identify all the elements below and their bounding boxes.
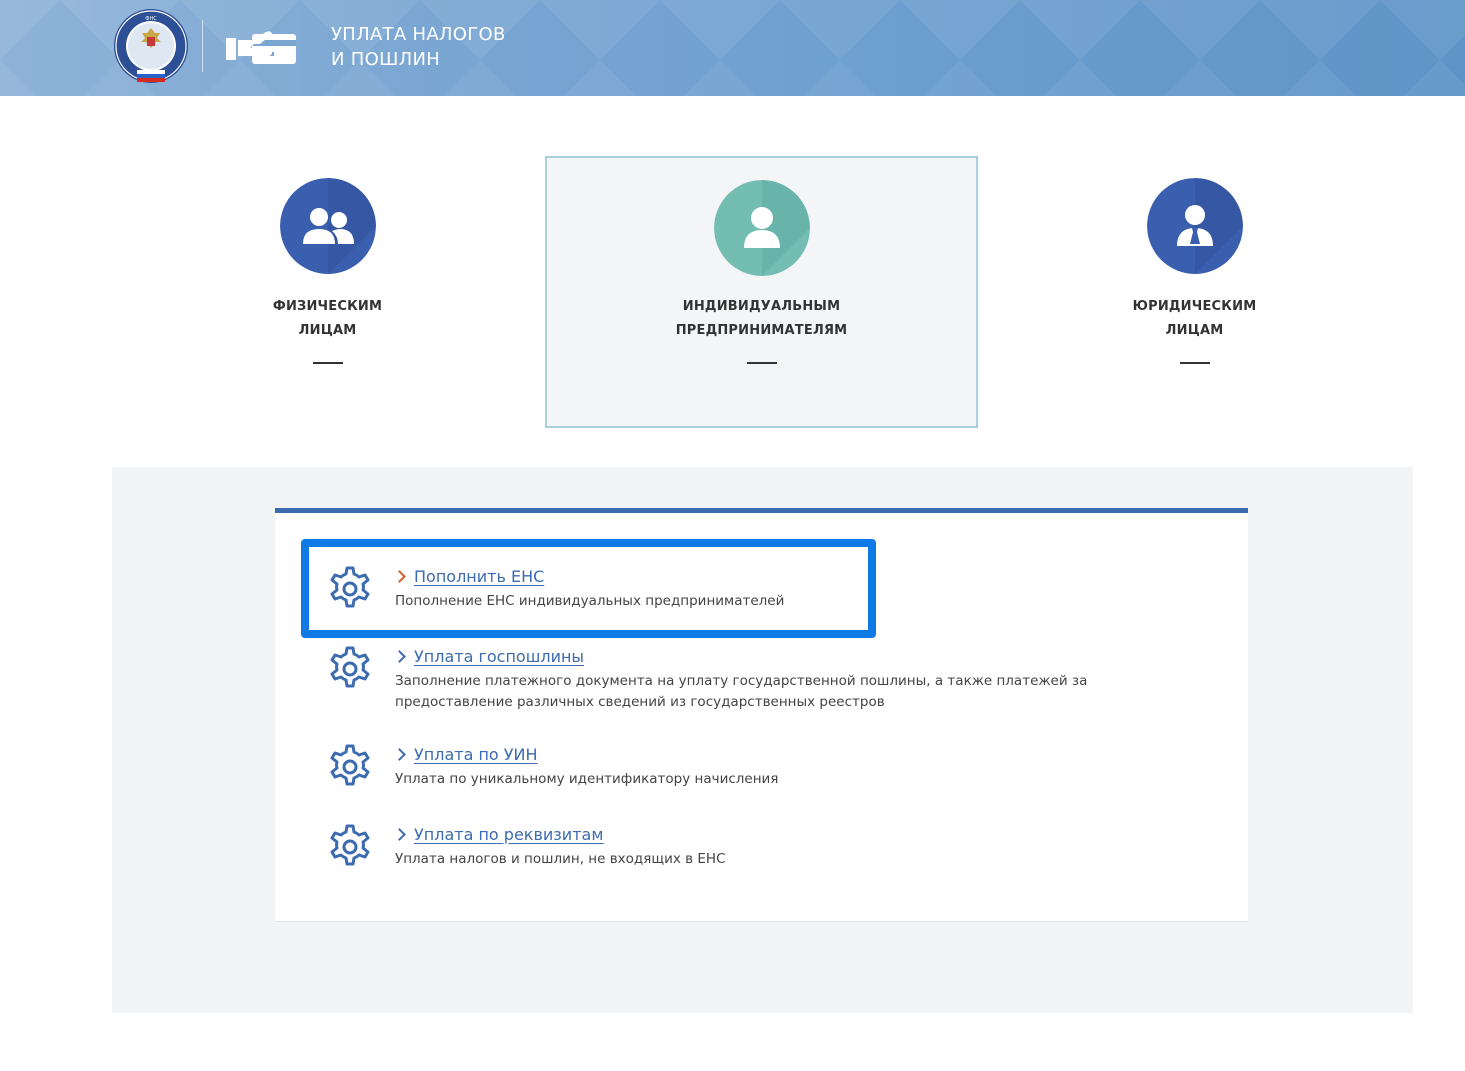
category-label-line1: ФИЗИЧЕСКИМ	[272, 299, 383, 314]
gear-icon	[330, 566, 370, 608]
site-title: УПЛАТА НАЛОГОВ И ПОШЛИН	[331, 22, 506, 72]
service-title-row: Пополнить ЕНС	[393, 565, 544, 587]
site-header: ФНС УПЛАТА НАЛОГОВ И ПОШЛИН	[0, 0, 1465, 96]
header-divider	[202, 20, 203, 72]
gear-icon	[330, 824, 370, 866]
chevron-right-icon	[393, 650, 406, 663]
chevron-right-icon	[393, 828, 406, 841]
category-label: ЮРИДИЧЕСКИМ ЛИЦАМ	[978, 295, 1411, 343]
site-title-line1: УПЛАТА НАЛОГОВ	[331, 24, 506, 45]
category-label-line1: ИНДИВИДУАЛЬНЫМ	[682, 299, 841, 314]
service-link-requisites[interactable]: Уплата по реквизитам	[414, 825, 603, 844]
service-description: Заполнение платежного документа на уплат…	[395, 673, 1088, 710]
category-underline	[746, 362, 777, 364]
chevron-right-icon	[393, 748, 406, 761]
gear-icon	[330, 646, 370, 688]
category-label-line2: ЛИЦАМ	[1165, 323, 1224, 338]
businessman-icon	[1146, 178, 1243, 274]
service-description: Уплата налогов и пошлин, не входящих в Е…	[395, 851, 726, 867]
service-description: Уплата по уникальному идентификатору нач…	[395, 771, 779, 787]
category-label: ФИЗИЧЕСКИМ ЛИЦАМ	[111, 295, 544, 343]
selection-highlight	[301, 539, 876, 638]
service-title-row: Уплата по УИН	[393, 743, 538, 765]
service-link-top-up-ens[interactable]: Пополнить ЕНС	[414, 567, 544, 586]
card-payment-icon	[226, 31, 296, 64]
service-link-uin[interactable]: Уплата по УИН	[414, 745, 538, 764]
service-description: Пополнение ЕНС индивидуальных предприним…	[395, 593, 785, 609]
category-label-line2: ПРЕДПРИНИМАТЕЛЯМ	[675, 323, 848, 338]
header-pattern	[0, 0, 1465, 96]
category-label-line2: ЛИЦАМ	[298, 323, 357, 338]
fns-logo[interactable]: ФНС	[113, 8, 189, 86]
category-legal-entities[interactable]: ЮРИДИЧЕСКИМ ЛИЦАМ	[978, 156, 1411, 428]
service-link-state-duty[interactable]: Уплата госпошлины	[414, 647, 584, 666]
category-label: ИНДИВИДУАЛЬНЫМ ПРЕДПРИНИМАТЕЛЯМ	[547, 295, 976, 343]
site-title-line2: И ПОШЛИН	[331, 49, 441, 70]
category-individuals[interactable]: ФИЗИЧЕСКИМ ЛИЦАМ	[111, 156, 544, 428]
category-entrepreneurs[interactable]: ИНДИВИДУАЛЬНЫМ ПРЕДПРИНИМАТЕЛЯМ	[545, 156, 978, 428]
category-underline	[312, 362, 343, 364]
service-title-row: Уплата по реквизитам	[393, 823, 603, 845]
gear-icon	[330, 744, 370, 786]
person-icon	[713, 180, 810, 276]
category-underline	[1179, 362, 1210, 364]
chevron-right-icon	[393, 570, 406, 583]
category-label-line1: ЮРИДИЧЕСКИМ	[1132, 299, 1257, 314]
service-title-row: Уплата госпошлины	[393, 645, 584, 667]
people-icon	[279, 178, 376, 274]
svg-text:ФНС: ФНС	[145, 16, 157, 22]
